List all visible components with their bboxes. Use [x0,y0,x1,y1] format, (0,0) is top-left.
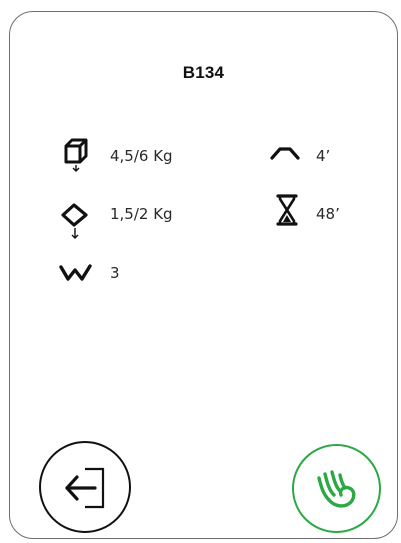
wash-count-value: 3 [110,264,120,282]
hand-gesture-icon [317,470,356,508]
iron-time-value: 4’ [316,147,331,165]
exit-door-arrow-icon [65,467,105,509]
box-load-icon [64,138,88,172]
wash-count-icon [59,264,92,281]
arch-icon [270,147,300,160]
back-button[interactable] [39,441,131,533]
duration-value: 48’ [316,205,340,223]
program-title: B134 [182,63,225,82]
program-card: B134 4,5/6 Kg 4’ 1,5/2 Kg 48’ 3 [9,11,398,539]
hourglass-icon [276,194,298,226]
load-cotton-value: 4,5/6 Kg [110,147,173,165]
diamond-load-icon [61,203,88,239]
load-synthetic-value: 1,5/2 Kg [110,205,173,223]
confirm-button[interactable] [292,444,381,533]
